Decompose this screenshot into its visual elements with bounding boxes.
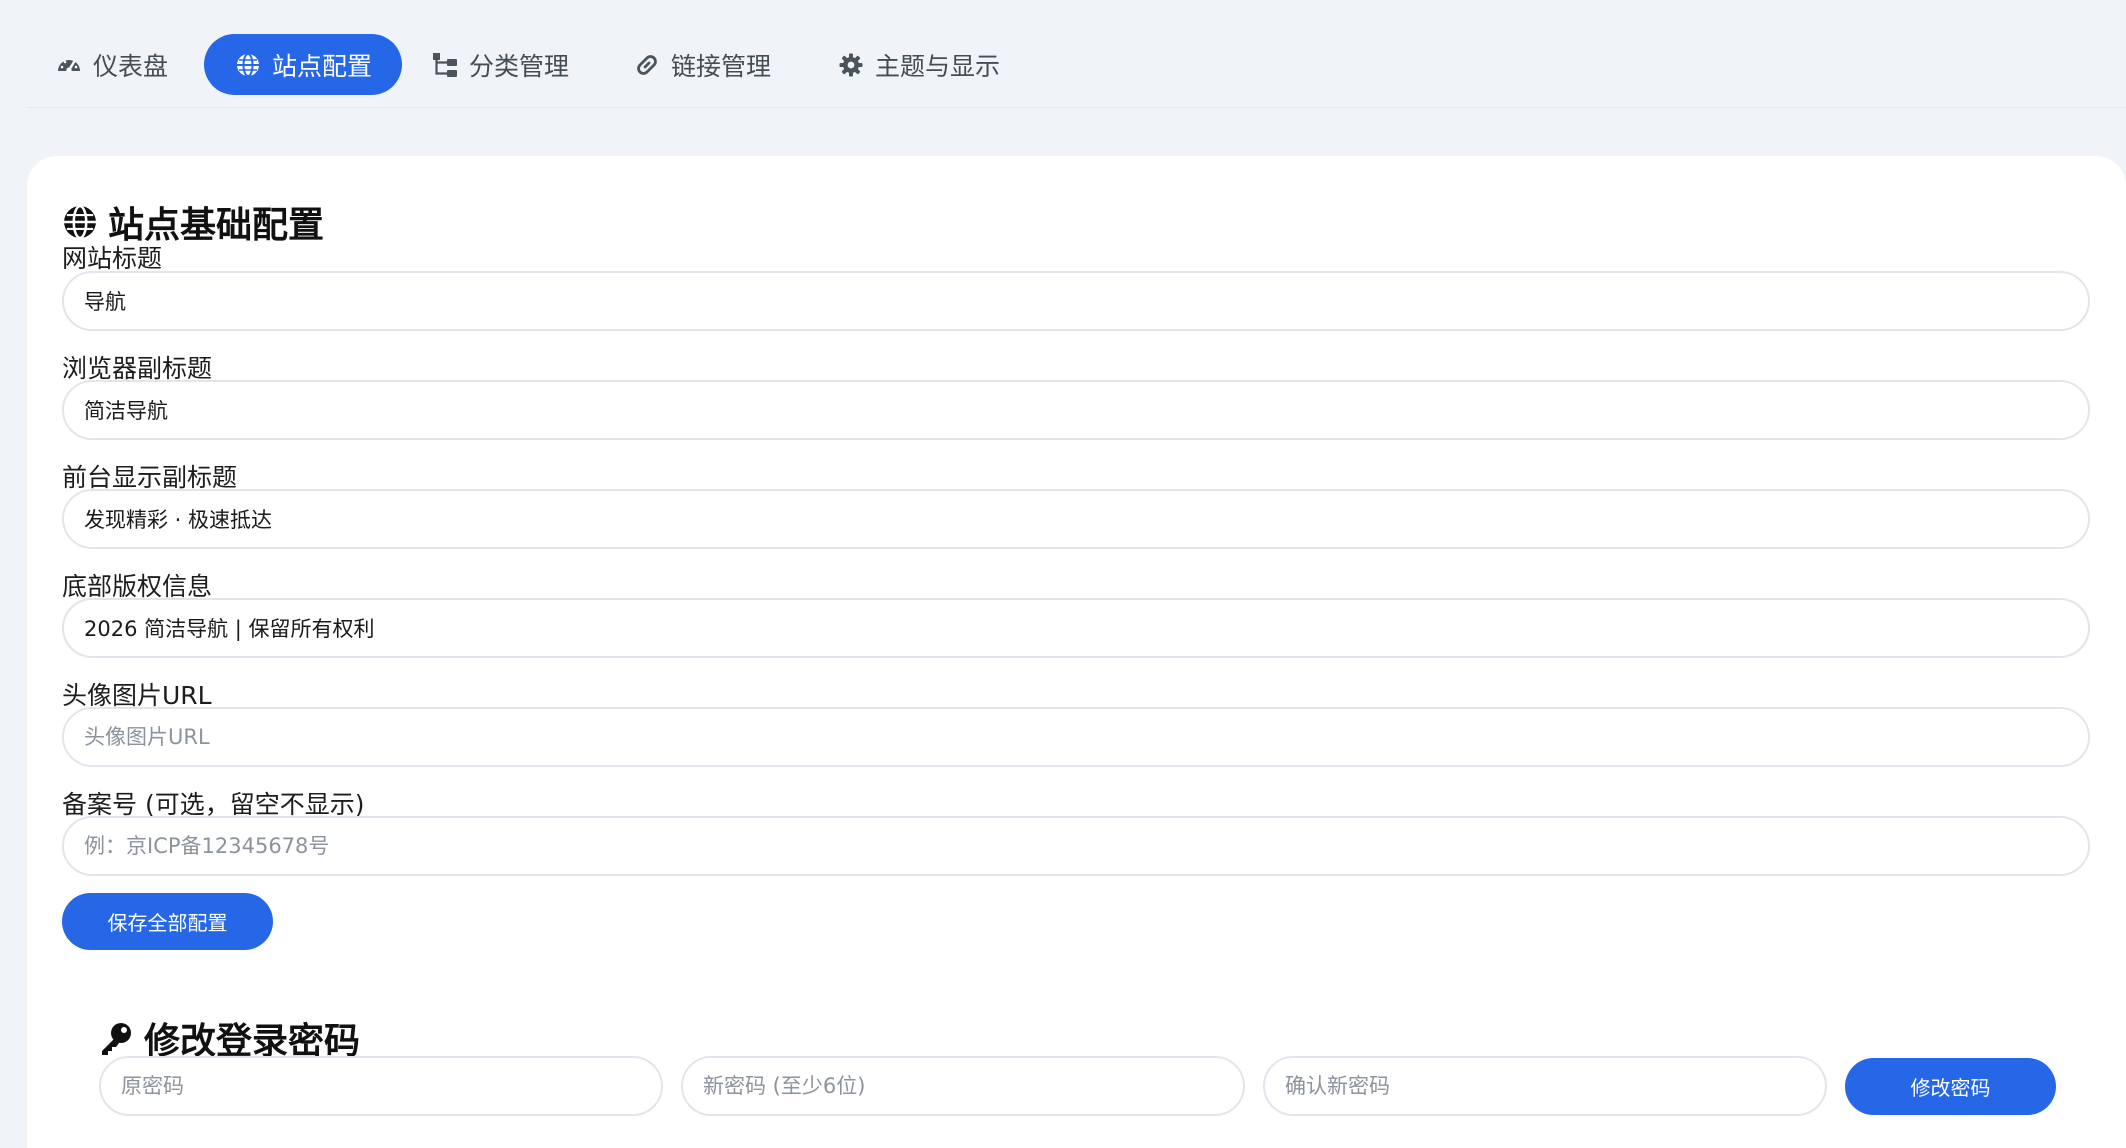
globe-icon [234,51,262,79]
sitemap-icon [431,51,459,79]
tab-category[interactable]: 分类管理 [431,34,569,95]
site-title-input[interactable] [62,271,2090,331]
copyright-input[interactable] [62,598,2090,658]
site-title-label: 网站标题 [62,244,163,273]
avatar-url-input[interactable] [62,707,2090,767]
front-subtitle-input[interactable] [62,489,2090,549]
tab-dashboard[interactable]: 仪表盘 [55,34,168,95]
save-config-button[interactable]: 保存全部配置 [62,893,273,950]
top-nav: 仪表盘 站点配置 分类管理 链接管理 主题与显示 [27,0,2126,108]
tab-label: 主题与显示 [875,51,1001,81]
tab-label: 分类管理 [469,51,570,81]
link-icon [633,51,661,79]
confirm-password-input[interactable] [1263,1056,1827,1116]
gear-icon [837,51,865,79]
tab-theme[interactable]: 主题与显示 [837,34,1000,95]
new-password-input[interactable] [681,1056,1245,1116]
tab-site-config[interactable]: 站点配置 [204,34,403,95]
key-icon [98,1020,134,1056]
globe-icon [62,204,98,240]
change-password-button[interactable]: 修改密码 [1845,1058,2056,1115]
old-password-input[interactable] [99,1056,663,1116]
dashboard-icon [55,51,83,79]
tab-links[interactable]: 链接管理 [633,34,771,95]
icp-input[interactable] [62,816,2090,876]
tab-label: 仪表盘 [93,51,169,81]
browser-subtitle-input[interactable] [62,380,2090,440]
tab-label: 链接管理 [671,51,772,81]
tab-label: 站点配置 [272,51,373,81]
